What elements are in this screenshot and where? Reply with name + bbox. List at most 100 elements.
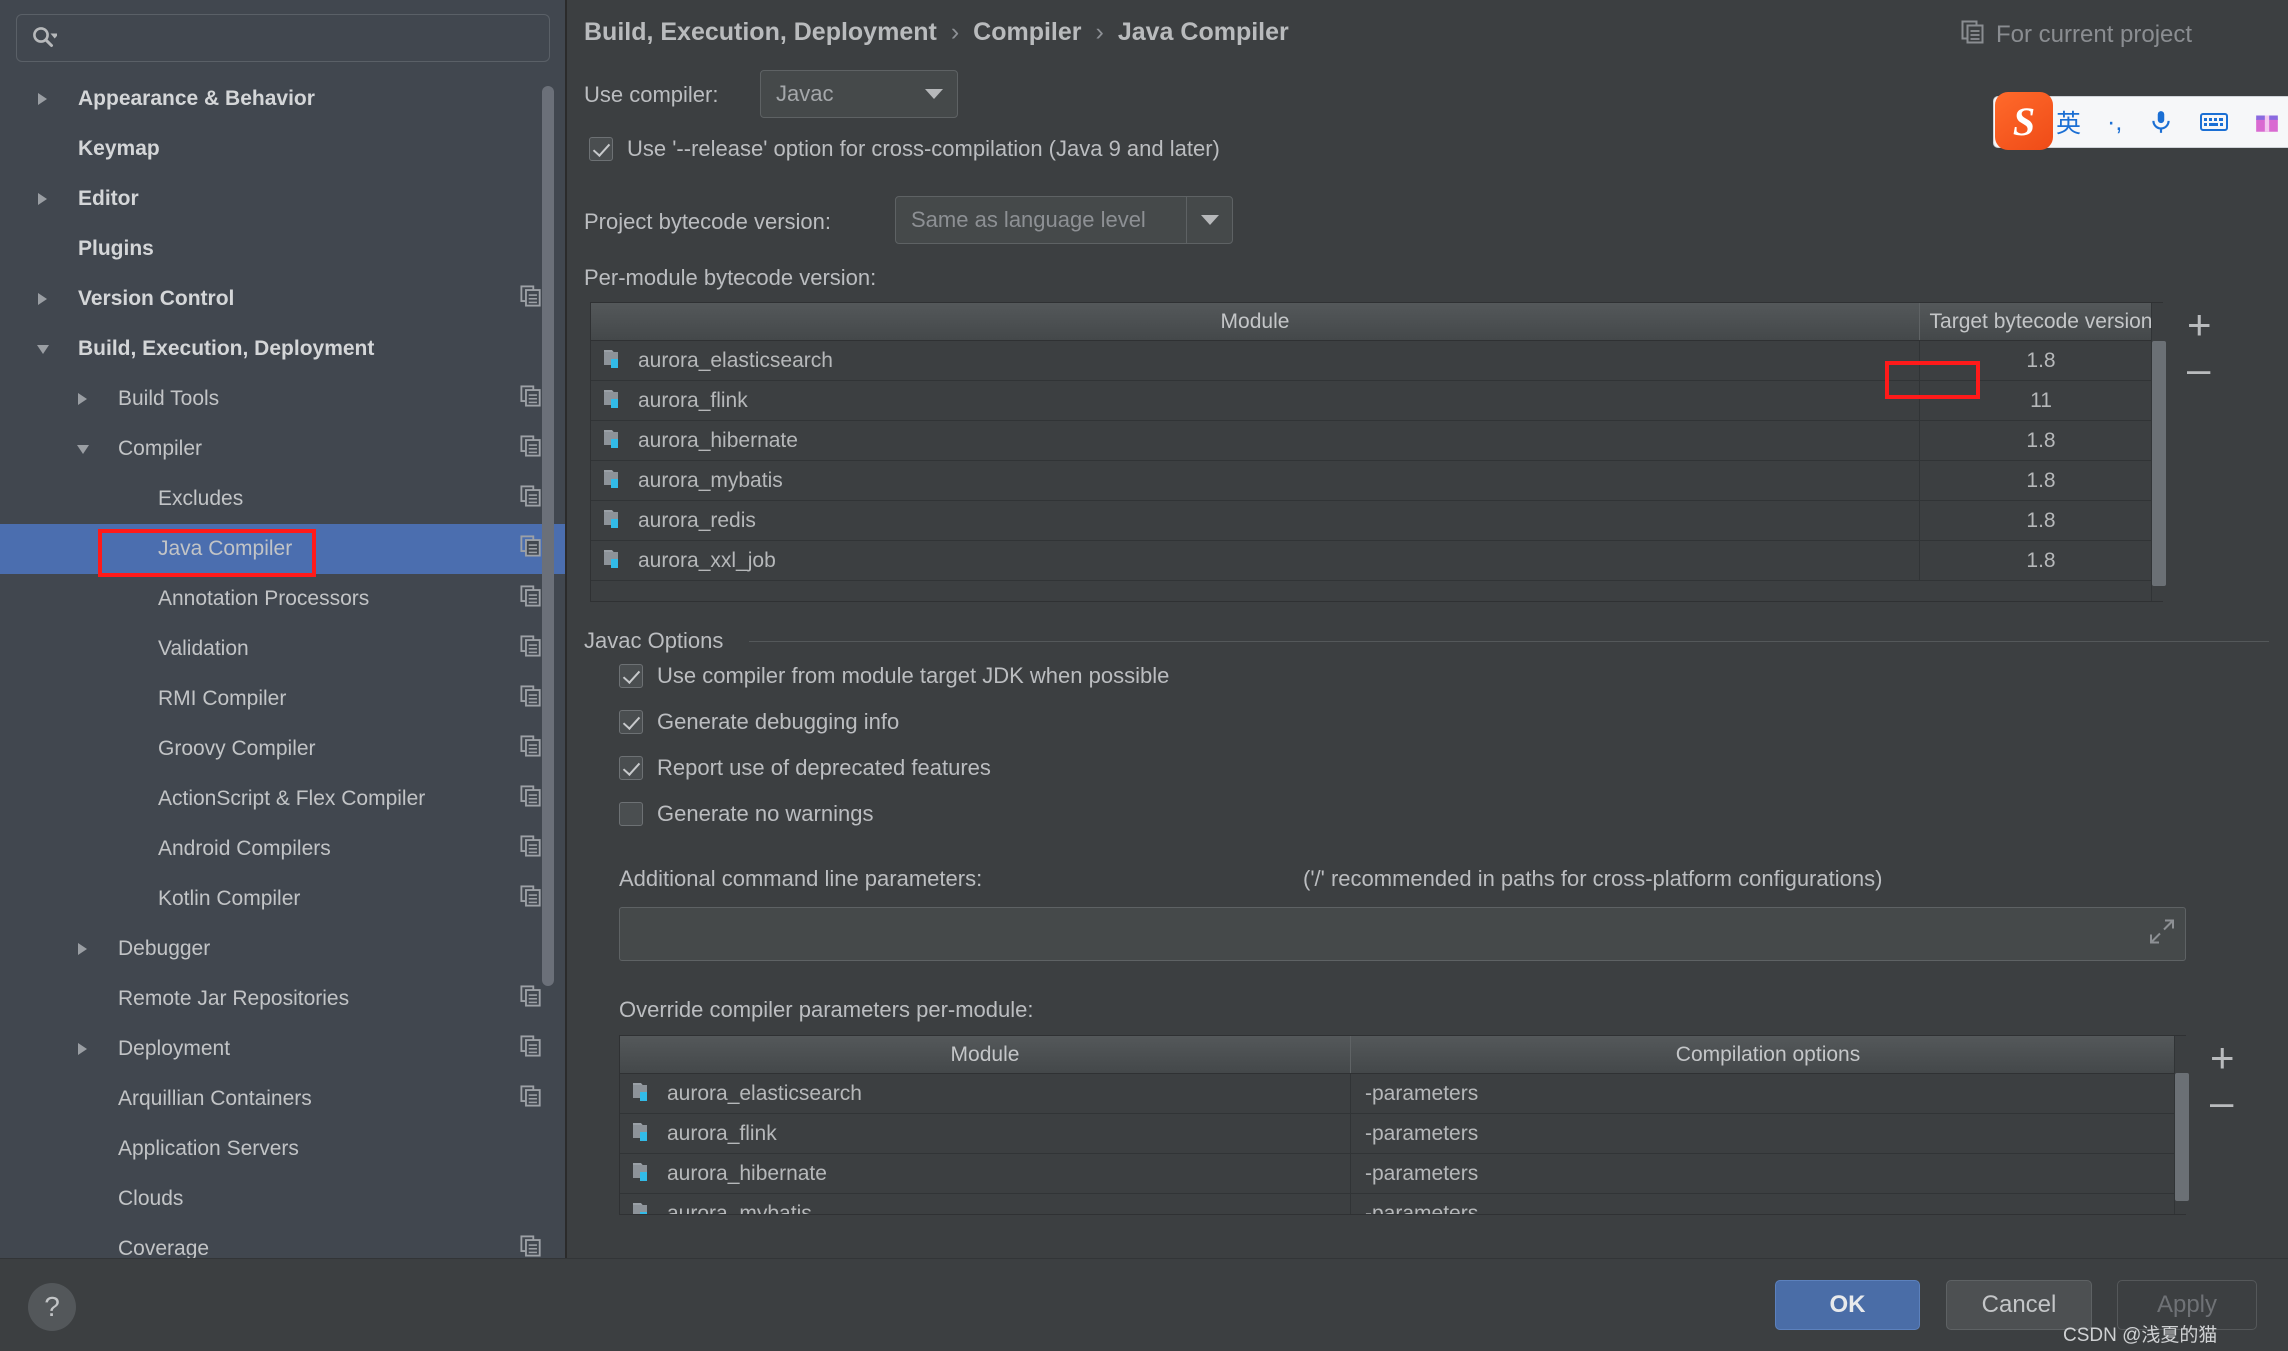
javac-option-2[interactable]: Report use of deprecated features [619,755,991,781]
language-mode-english[interactable]: 英 [2056,104,2081,140]
chevron-right-icon[interactable] [78,943,87,955]
table-row[interactable]: aurora_xxl_job1.8 [591,541,2162,581]
punctuation-mode[interactable]: ·, [2107,108,2122,137]
use-compiler-select[interactable]: Javac [760,70,958,118]
search-box[interactable] [16,14,550,62]
sidebar-item-annotation-processors[interactable]: Annotation Processors [0,574,566,624]
sidebar-item-editor[interactable]: Editor [0,174,566,224]
copy-icon[interactable] [520,1085,542,1113]
copy-icon[interactable] [520,835,542,863]
sidebar-item-android-compilers[interactable]: Android Compilers [0,824,566,874]
sidebar-item-deployment[interactable]: Deployment [0,1024,566,1074]
column-header-module[interactable]: Module [591,303,1919,340]
sidebar-item-plugins[interactable]: Plugins [0,224,566,274]
bytecode-table-scrollbar[interactable] [2152,341,2166,586]
cell-target-bytecode[interactable]: 1.8 [1919,341,2162,380]
cell-target-bytecode[interactable]: 1.8 [1919,461,2162,500]
copy-icon[interactable] [520,385,542,413]
sidebar-item-actionscript-flex-compiler[interactable]: ActionScript & Flex Compiler [0,774,566,824]
add-bytecode-row-button[interactable]: + [2187,304,2212,346]
for-current-project[interactable]: For current project [1961,20,2192,49]
sidebar-item-build-tools[interactable]: Build Tools [0,374,566,424]
table-row[interactable]: aurora_redis1.8 [591,501,2162,541]
column-header-module[interactable]: Module [620,1036,1350,1073]
copy-icon[interactable] [520,285,542,313]
breadcrumb-item-1[interactable]: Compiler [973,18,1081,47]
sidebar-item-keymap[interactable]: Keymap [0,124,566,174]
help-button[interactable]: ? [28,1283,76,1331]
copy-icon[interactable] [520,485,542,513]
sidebar-item-kotlin-compiler[interactable]: Kotlin Compiler [0,874,566,924]
add-override-row-button[interactable]: + [2210,1037,2235,1079]
chevron-right-icon[interactable] [38,193,47,205]
copy-icon[interactable] [520,785,542,813]
expand-icon[interactable] [2149,919,2175,950]
table-row[interactable]: aurora_elasticsearch1.8 [591,341,2162,381]
chevron-right-icon[interactable] [78,1043,87,1055]
chevron-right-icon[interactable] [78,393,87,405]
remove-override-row-button[interactable]: – [2210,1081,2233,1123]
sidebar-item-debugger[interactable]: Debugger [0,924,566,974]
sidebar-item-version-control[interactable]: Version Control [0,274,566,324]
project-bytecode-select[interactable]: Same as language level [895,196,1233,244]
table-row[interactable]: aurora_flink-parameters [620,1114,2185,1154]
cell-target-bytecode[interactable]: 1.8 [1919,541,2162,580]
copy-icon[interactable] [520,435,542,463]
toolbox-icon[interactable] [2254,109,2280,135]
table-row[interactable]: aurora_elasticsearch-parameters [620,1074,2185,1114]
sidebar-item-coverage[interactable]: Coverage [0,1224,566,1258]
sidebar-item-application-servers[interactable]: Application Servers [0,1124,566,1174]
column-header-target-bytecode[interactable]: Target bytecode version [1919,303,2162,340]
copy-icon[interactable] [520,585,542,613]
override-table[interactable]: ModuleCompilation optionsaurora_elastics… [619,1035,2186,1215]
remove-bytecode-row-button[interactable]: – [2187,348,2210,390]
use-release-option-checkbox[interactable]: Use '--release' option for cross-compila… [589,136,1220,162]
javac-option-0[interactable]: Use compiler from module target JDK when… [619,663,1169,689]
sidebar-item-excludes[interactable]: Excludes [0,474,566,524]
cell-compilation-options[interactable]: -parameters [1350,1154,2185,1193]
sidebar-item-compiler[interactable]: Compiler [0,424,566,474]
chevron-down-icon[interactable] [77,445,89,454]
cell-target-bytecode[interactable]: 1.8 [1919,421,2162,460]
search-input[interactable] [57,27,549,49]
sidebar-item-java-compiler[interactable]: Java Compiler [0,524,566,574]
table-row[interactable]: aurora_hibernate-parameters [620,1154,2185,1194]
sidebar-item-arquillian-containers[interactable]: Arquillian Containers [0,1074,566,1124]
copy-icon[interactable] [520,985,542,1013]
sidebar-item-appearance-behavior[interactable]: Appearance & Behavior [0,74,566,124]
copy-icon[interactable] [520,1035,542,1063]
table-row[interactable]: aurora_mybatis-parameters [620,1194,2185,1215]
cell-compilation-options[interactable]: -parameters [1350,1114,2185,1153]
table-row[interactable]: aurora_flink11 [591,381,2162,421]
voice-input-icon[interactable] [2148,109,2174,135]
chevron-down-icon[interactable] [37,345,49,354]
copy-icon[interactable] [520,685,542,713]
breadcrumb-item-0[interactable]: Build, Execution, Deployment [584,18,937,47]
cell-compilation-options[interactable]: -parameters [1350,1194,2185,1215]
additional-params-input[interactable] [619,907,2186,961]
copy-icon[interactable] [520,885,542,913]
sidebar-scrollbar[interactable] [542,86,554,986]
table-row[interactable]: aurora_mybatis1.8 [591,461,2162,501]
cell-target-bytecode[interactable]: 11 [1919,381,2162,420]
cell-compilation-options[interactable]: -parameters [1350,1074,2185,1113]
sidebar-item-groovy-compiler[interactable]: Groovy Compiler [0,724,566,774]
copy-icon[interactable] [520,535,542,563]
javac-option-3[interactable]: Generate no warnings [619,801,873,827]
ok-button[interactable]: OK [1775,1280,1920,1330]
sogou-logo-icon[interactable]: S [1995,92,2053,150]
column-header-compilation-options[interactable]: Compilation options [1350,1036,2185,1073]
table-row[interactable]: aurora_hibernate1.8 [591,421,2162,461]
sidebar-item-remote-jar-repositories[interactable]: Remote Jar Repositories [0,974,566,1024]
bytecode-table[interactable]: ModuleTarget bytecode versionaurora_elas… [590,302,2163,602]
chevron-right-icon[interactable] [38,293,47,305]
copy-icon[interactable] [520,1235,542,1258]
cell-target-bytecode[interactable]: 1.8 [1919,501,2162,540]
sidebar-item-validation[interactable]: Validation [0,624,566,674]
sidebar-item-rmi-compiler[interactable]: RMI Compiler [0,674,566,724]
copy-icon[interactable] [520,635,542,663]
sidebar-item-clouds[interactable]: Clouds [0,1174,566,1224]
soft-keyboard-icon[interactable] [2200,110,2228,134]
javac-option-1[interactable]: Generate debugging info [619,709,899,735]
sidebar-item-build-execution-deployment[interactable]: Build, Execution, Deployment [0,324,566,374]
